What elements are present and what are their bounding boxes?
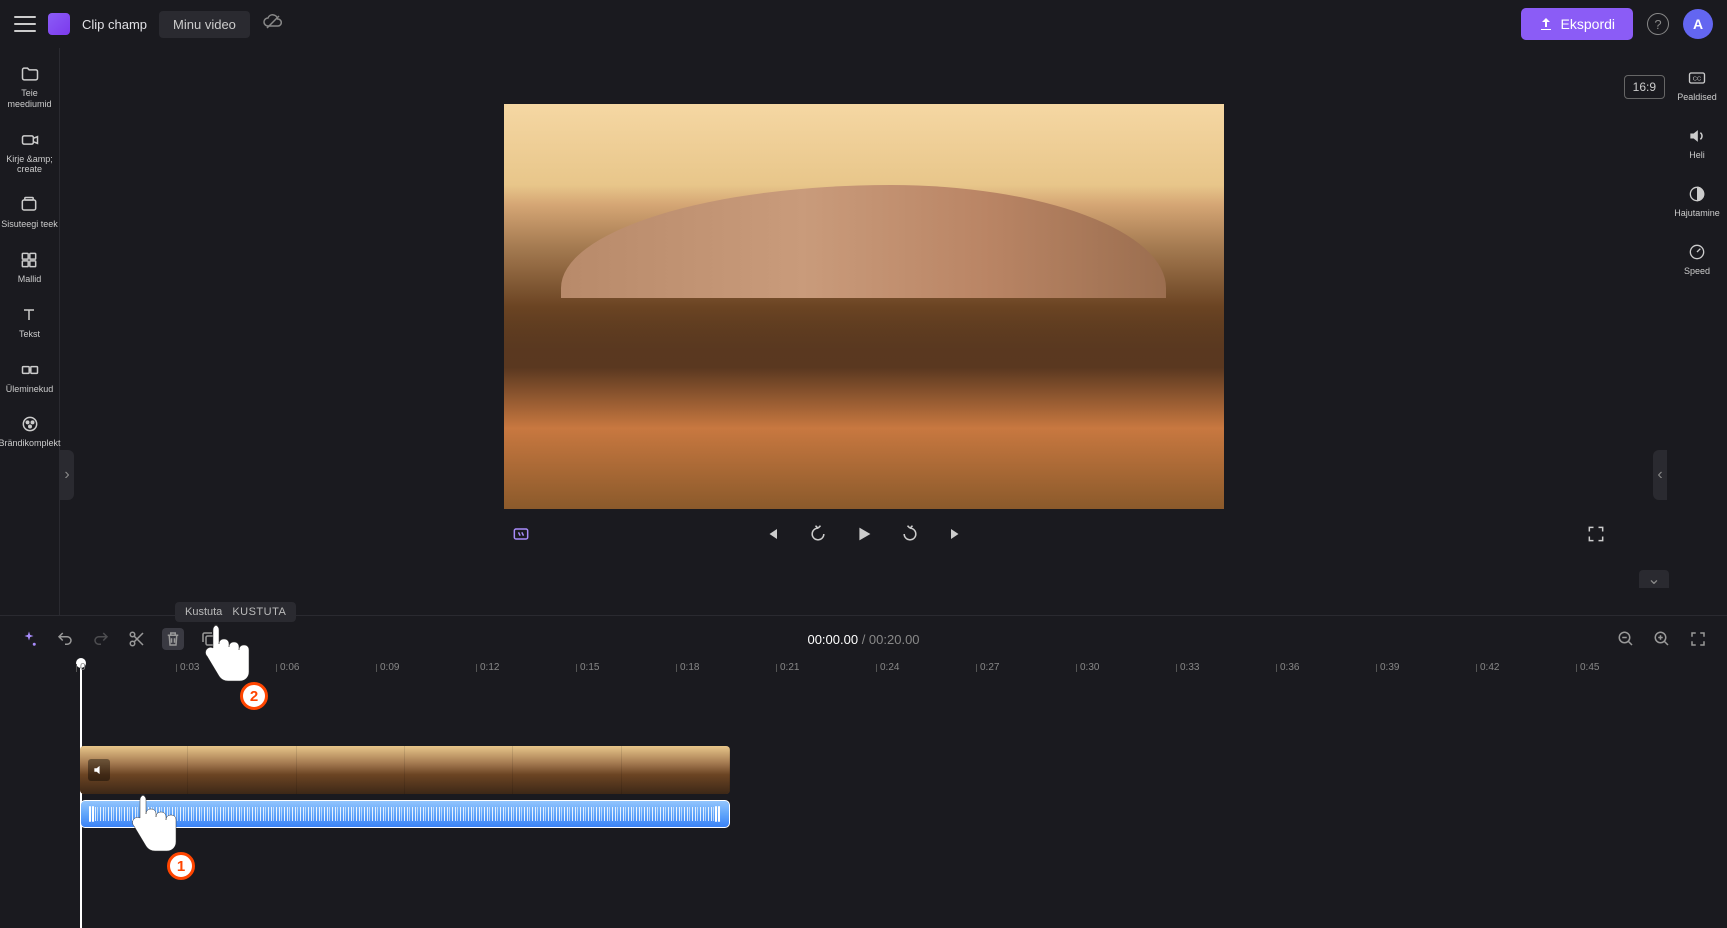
zoom-out-button[interactable] — [1615, 628, 1637, 650]
ruler-tick: 0:06 — [280, 662, 299, 673]
skip-end-button[interactable] — [945, 523, 967, 545]
aspect-ratio-button[interactable]: 16:9 — [1624, 75, 1665, 99]
sidebar-label: Teie meediumid — [0, 88, 59, 110]
cc-icon: CC — [1687, 68, 1707, 88]
top-bar: Clip champ Minu video Ekspordi ? A — [0, 0, 1727, 48]
app-name: Clip champ — [82, 17, 147, 32]
ruler-tick: 0:24 — [880, 662, 899, 673]
track-mute-icon[interactable] — [88, 759, 110, 781]
sidebar-item-record[interactable]: Kirje &amp; create — [0, 130, 59, 176]
ruler-tick: 0:12 — [480, 662, 499, 673]
forward-button[interactable] — [899, 523, 921, 545]
rewind-button[interactable] — [807, 523, 829, 545]
sidebar-item-templates[interactable]: Mallid — [18, 250, 42, 285]
sidebar-label: Brändikomplekt — [0, 438, 61, 449]
upload-icon — [1539, 17, 1553, 31]
delete-button[interactable] — [162, 628, 184, 650]
ruler-tick: 0:33 — [1180, 662, 1199, 673]
skip-start-button[interactable] — [761, 523, 783, 545]
panel-label: Hajutamine — [1674, 208, 1720, 218]
sidebar-expand-tab[interactable]: › — [60, 450, 74, 500]
export-label: Ekspordi — [1561, 16, 1615, 32]
sidebar-item-transitions[interactable]: Üleminekud — [6, 360, 54, 395]
timeline-collapse-tab[interactable]: ⌄ — [1639, 570, 1669, 588]
folder-icon — [20, 64, 40, 84]
ruler-tick: 0:18 — [680, 662, 699, 673]
left-sidebar: Teie meediumid Kirje &amp; create Sisute… — [0, 48, 60, 615]
ruler-tick: 0:45 — [1580, 662, 1599, 673]
cloud-sync-icon[interactable] — [262, 14, 282, 35]
playback-controls — [60, 509, 1667, 559]
library-icon — [19, 195, 39, 215]
sidebar-item-library[interactable]: Sisuteegi teek — [1, 195, 58, 230]
sidebar-label: Kirje &amp; create — [0, 154, 59, 176]
ruler-tick: 0:30 — [1080, 662, 1099, 673]
ruler-tick: 0:09 — [380, 662, 399, 673]
svg-text:CC: CC — [1693, 77, 1701, 83]
app-logo-icon — [48, 13, 70, 35]
zoom-in-button[interactable] — [1651, 628, 1673, 650]
time-display: 00:00.00 / 00:20.00 — [807, 632, 919, 647]
ai-enhance-button[interactable] — [510, 523, 532, 545]
brand-icon — [20, 414, 40, 434]
duplicate-button[interactable] — [198, 628, 220, 650]
help-button[interactable]: ? — [1647, 13, 1669, 35]
video-track-clip[interactable] — [80, 746, 730, 794]
audio-track-clip[interactable] — [80, 800, 730, 828]
templates-icon — [19, 250, 39, 270]
ruler-tick: 0:21 — [780, 662, 799, 673]
right-sidebar: CC Pealdised Heli Hajutamine Speed — [1667, 48, 1727, 615]
current-time: 00:00.00 — [807, 632, 858, 647]
panel-item-captions[interactable]: CC Pealdised — [1677, 68, 1717, 102]
preview-area — [60, 48, 1667, 615]
panel-label: Speed — [1684, 266, 1710, 276]
panel-item-fade[interactable]: Hajutamine — [1674, 184, 1720, 218]
sidebar-label: Mallid — [18, 274, 42, 285]
sidebar-item-text[interactable]: Tekst — [19, 305, 40, 340]
ruler-tick: 0:36 — [1280, 662, 1299, 673]
panel-label: Heli — [1689, 150, 1705, 160]
ai-sparkle-button[interactable] — [18, 628, 40, 650]
fullscreen-button[interactable] — [1585, 523, 1607, 545]
ruler-tick: 0:15 — [580, 662, 599, 673]
export-button[interactable]: Ekspordi — [1521, 8, 1633, 40]
speaker-icon — [1687, 126, 1707, 146]
sidebar-label: Üleminekud — [6, 384, 54, 395]
play-button[interactable] — [853, 523, 875, 545]
panel-item-speed[interactable]: Speed — [1684, 242, 1710, 276]
ruler-tick: 0:27 — [980, 662, 999, 673]
ruler-tick: 0:03 — [180, 662, 199, 673]
zoom-fit-button[interactable] — [1687, 628, 1709, 650]
sidebar-item-brand[interactable]: Brändikomplekt — [0, 414, 61, 449]
ruler-tick: 0:42 — [1480, 662, 1499, 673]
speedometer-icon — [1687, 242, 1707, 262]
split-button[interactable] — [126, 628, 148, 650]
fade-icon — [1687, 184, 1707, 204]
camera-icon — [20, 130, 40, 150]
audio-trim-end-handle[interactable] — [715, 806, 721, 822]
audio-waveform — [95, 807, 715, 821]
undo-button[interactable] — [54, 628, 76, 650]
redo-button — [90, 628, 112, 650]
panel-label: Pealdised — [1677, 92, 1717, 102]
timeline-ruler[interactable]: 0 0:03 0:06 0:09 0:12 0:15 0:18 0:21 0:24 0:27 0:3… — [80, 662, 1647, 686]
sidebar-label: Sisuteegi teek — [1, 219, 58, 230]
video-title-input[interactable]: Minu video — [159, 11, 250, 38]
transitions-icon — [20, 360, 40, 380]
video-preview[interactable] — [504, 104, 1224, 509]
menu-button[interactable] — [14, 16, 36, 32]
sidebar-label: Tekst — [19, 329, 40, 340]
timeline-panel: Kustuta KUSTUTA 00:00.00 / 00:20.00 00:0… — [0, 615, 1727, 910]
total-time: 00:20.00 — [869, 632, 920, 647]
user-avatar[interactable]: A — [1683, 9, 1713, 39]
panel-expand-tab[interactable]: ‹ — [1653, 450, 1667, 500]
text-icon — [19, 305, 39, 325]
ruler-tick: 0:39 — [1380, 662, 1399, 673]
panel-item-audio[interactable]: Heli — [1687, 126, 1707, 160]
sidebar-item-media[interactable]: Teie meediumid — [0, 64, 59, 110]
ruler-tick: 0 — [80, 662, 86, 673]
